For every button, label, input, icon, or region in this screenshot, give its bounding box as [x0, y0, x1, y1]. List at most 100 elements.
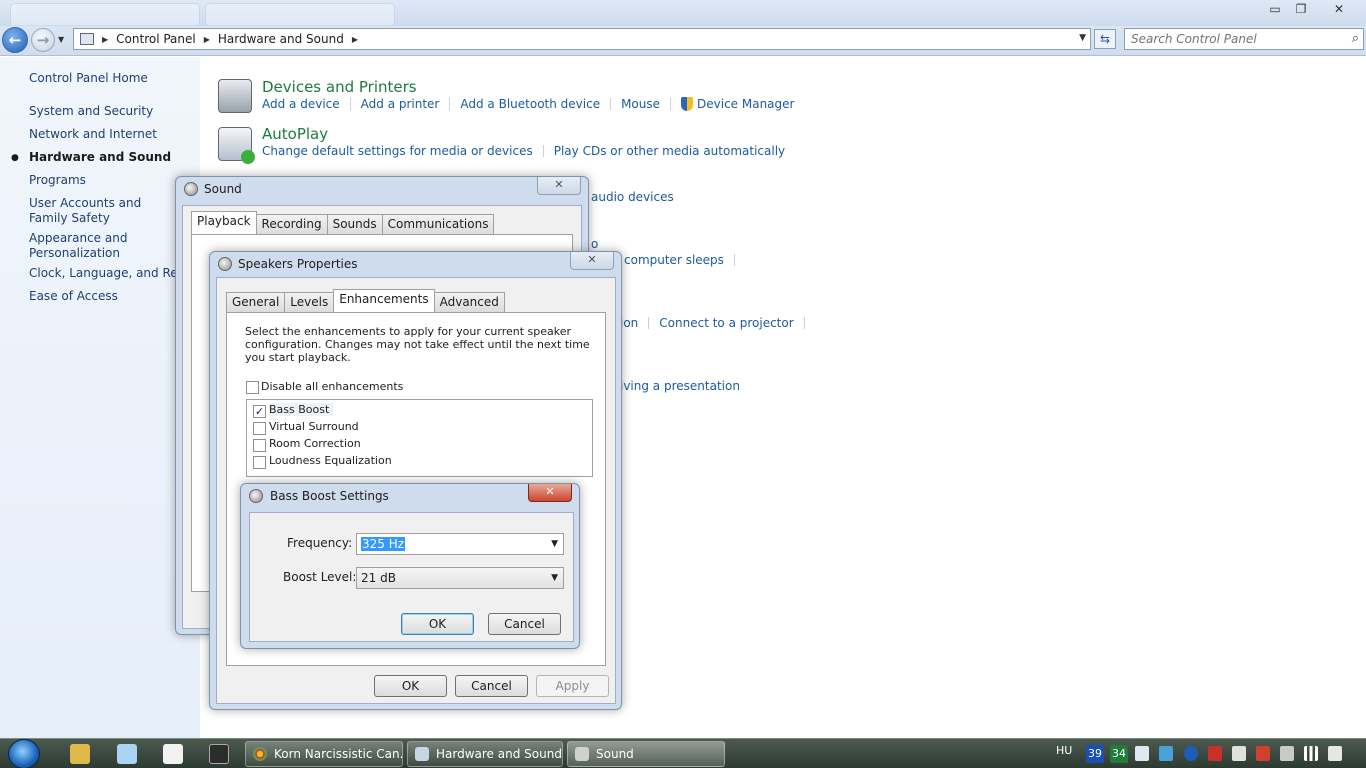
enhancements-list: ✓ Bass Boost Virtual Surround Room Corre…	[246, 399, 593, 477]
chevron-down-icon[interactable]: ▼	[551, 534, 558, 554]
breadcrumb-separator-icon[interactable]: ▶	[204, 35, 210, 44]
refresh-icon: ⇆	[1099, 32, 1111, 46]
volume-icon[interactable]	[1328, 746, 1342, 761]
disable-all-checkbox[interactable]	[246, 381, 259, 394]
tab-general[interactable]: General	[226, 292, 286, 312]
sidebar-item-appearance[interactable]: Appearance and Personalization	[29, 231, 139, 261]
app-tray-icon[interactable]	[1232, 746, 1246, 761]
frequency-value[interactable]: 325 Hz	[361, 537, 406, 551]
notepad-icon[interactable]	[117, 744, 137, 764]
tab-advanced[interactable]: Advanced	[433, 292, 505, 312]
close-button[interactable]: ✕	[1324, 0, 1354, 18]
ok-button[interactable]: OK	[374, 675, 447, 697]
category-title-autoplay[interactable]: AutoPlay	[262, 125, 328, 143]
link-device-manager[interactable]: Device Manager	[697, 97, 794, 111]
room-correction-checkbox[interactable]	[253, 439, 266, 452]
search-input[interactable]	[1125, 29, 1335, 49]
ok-button[interactable]: OK	[401, 613, 474, 635]
tab-playback[interactable]: Playback	[191, 211, 257, 234]
link-add-device[interactable]: Add a device	[262, 97, 340, 111]
tray-badge-counter[interactable]: 34	[1110, 745, 1128, 763]
link-add-bluetooth-device[interactable]: Add a Bluetooth device	[460, 97, 600, 111]
document-icon[interactable]	[163, 744, 183, 764]
link-display-partial[interactable]: ion	[620, 316, 638, 330]
action-center-icon[interactable]	[1256, 746, 1270, 761]
boost-level-value[interactable]: 21 dB	[361, 571, 396, 585]
sidebar-item-programs[interactable]: Programs	[29, 173, 194, 188]
start-button[interactable]	[8, 739, 40, 768]
link-presentation-partial[interactable]: iving a presentation	[620, 379, 740, 393]
background-tab[interactable]	[205, 3, 395, 25]
taskbar-button-browser[interactable]: Korn Narcissistic Can...	[245, 741, 403, 767]
wifi-signal-icon[interactable]	[1304, 746, 1318, 761]
address-dropdown-icon[interactable]: ▼	[1079, 33, 1086, 43]
sidebar-item-network-and-internet[interactable]: Network and Internet	[29, 127, 194, 142]
tab-communications[interactable]: Communications	[381, 214, 495, 234]
printer-icon[interactable]	[218, 79, 252, 113]
search-icon[interactable]: ⌕	[1352, 31, 1359, 46]
tab-sounds[interactable]: Sounds	[326, 214, 383, 234]
disable-all-label[interactable]: Disable all enhancements	[261, 380, 403, 393]
refresh-button[interactable]: ⇆	[1094, 29, 1116, 49]
breadcrumb-separator-icon[interactable]: ▶	[352, 35, 358, 44]
bass-boost-checkbox[interactable]: ✓	[253, 405, 266, 418]
breadcrumb-hardware-and-sound[interactable]: Hardware and Sound	[218, 32, 344, 46]
close-button[interactable]: ✕	[570, 252, 614, 270]
bass-boost-label[interactable]: Bass Boost	[269, 403, 334, 416]
language-indicator[interactable]: HU	[1056, 744, 1072, 757]
apply-button[interactable]: Apply	[536, 675, 609, 697]
link-add-printer[interactable]: Add a printer	[361, 97, 440, 111]
alert-icon[interactable]	[1208, 746, 1222, 761]
link-power-partial[interactable]: o	[591, 237, 598, 251]
recent-pages-dropdown[interactable]: ▼	[58, 35, 64, 44]
link-play-cds[interactable]: Play CDs or other media automatically	[554, 144, 785, 158]
speaker-icon	[218, 257, 232, 271]
sidebar-item-clock-language-region[interactable]: Clock, Language, and Region	[29, 266, 179, 281]
forward-button[interactable]: →	[31, 28, 55, 52]
cancel-button[interactable]: Cancel	[488, 613, 561, 635]
sidebar-item-user-accounts[interactable]: User Accounts and Family Safety	[29, 196, 179, 226]
link-connect-to-projector[interactable]: Connect to a projector	[659, 316, 793, 330]
power-icon[interactable]	[1280, 746, 1294, 761]
terminal-icon[interactable]	[209, 744, 229, 764]
link-mouse[interactable]: Mouse	[621, 97, 660, 111]
network-grid-icon[interactable]	[1135, 746, 1149, 761]
sidebar-item-control-panel-home[interactable]: Control Panel Home	[29, 71, 194, 86]
loudness-equalization-checkbox[interactable]	[253, 456, 266, 469]
tray-badge-calendar[interactable]: 39	[1086, 745, 1104, 763]
close-button[interactable]: ✕	[537, 177, 581, 195]
tab-enhancements[interactable]: Enhancements	[333, 289, 435, 312]
virtual-surround-label[interactable]: Virtual Surround	[269, 420, 359, 433]
link-manage-audio-devices[interactable]: audio devices	[591, 190, 674, 204]
breadcrumb-control-panel[interactable]: Control Panel	[116, 32, 196, 46]
taskbar-label: Korn Narcissistic Can...	[274, 747, 403, 761]
virtual-surround-checkbox[interactable]	[253, 422, 266, 435]
close-button[interactable]: ✕	[528, 484, 572, 502]
taskbar-button-sound[interactable]: Sound	[567, 741, 725, 767]
breadcrumb-separator-icon[interactable]: ▶	[102, 35, 108, 44]
link-change-default-settings[interactable]: Change default settings for media or dev…	[262, 144, 533, 158]
loudness-equalization-label[interactable]: Loudness Equalization	[269, 454, 392, 467]
link-computer-sleeps[interactable]: computer sleeps	[624, 253, 724, 267]
tab-recording[interactable]: Recording	[255, 214, 328, 234]
back-button[interactable]: ←	[2, 27, 28, 53]
room-correction-label[interactable]: Room Correction	[269, 437, 361, 450]
chevron-down-icon[interactable]: ▼	[551, 568, 558, 588]
address-bar[interactable]: ▶ Control Panel ▶ Hardware and Sound ▶ ▼	[73, 28, 1091, 50]
search-box[interactable]: ⌕	[1124, 28, 1364, 50]
folder-icon[interactable]	[70, 744, 90, 764]
background-tab[interactable]	[10, 3, 200, 25]
sidebar-item-hardware-and-sound[interactable]: Hardware and Sound	[29, 150, 194, 165]
taskbar-button-hardware-and-sound[interactable]: Hardware and Sound	[407, 741, 563, 767]
restore-button[interactable]: ❐	[1286, 0, 1316, 18]
boost-level-select[interactable]: 21 dB ▼	[356, 567, 564, 589]
cancel-button[interactable]: Cancel	[455, 675, 528, 697]
frequency-select[interactable]: 325 Hz ▼	[356, 533, 564, 555]
tab-levels[interactable]: Levels	[284, 292, 335, 312]
autoplay-icon[interactable]	[218, 127, 255, 164]
sidebar-item-system-and-security[interactable]: System and Security	[29, 104, 194, 119]
bluetooth-icon[interactable]	[1184, 746, 1198, 761]
sync-icon[interactable]	[1159, 746, 1173, 761]
category-title-devices-and-printers[interactable]: Devices and Printers	[262, 78, 417, 96]
sidebar-item-ease-of-access[interactable]: Ease of Access	[29, 289, 194, 304]
